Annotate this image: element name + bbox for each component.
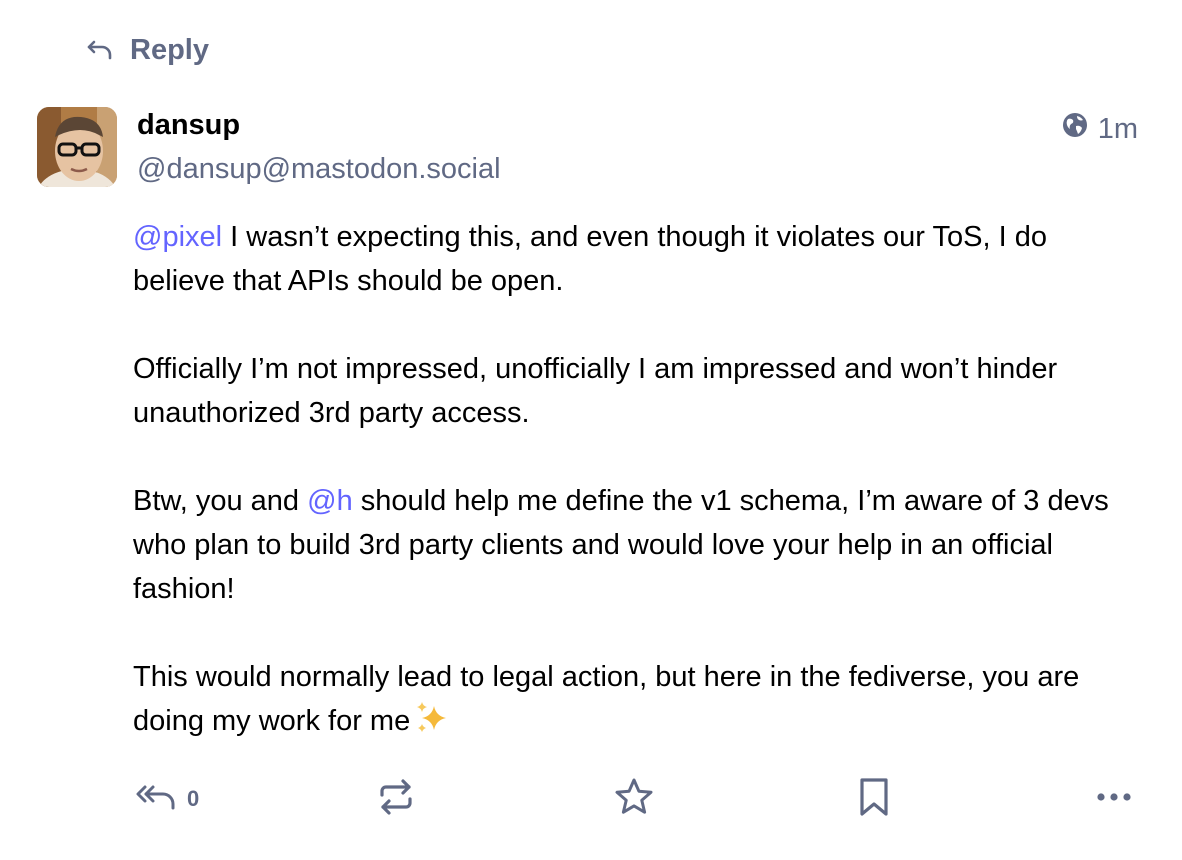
paragraph-text: This would normally lead to legal action… (133, 661, 1080, 737)
boost-button[interactable] (376, 772, 416, 826)
reply-header: Reply (86, 28, 209, 72)
bookmark-icon (857, 777, 891, 822)
favourite-button[interactable] (614, 772, 654, 826)
reply-header-label: Reply (130, 33, 209, 66)
status-paragraph: This would normally lead to legal action… (133, 655, 1143, 749)
reply-button[interactable]: 0 (135, 772, 199, 826)
reply-all-icon (135, 782, 179, 817)
paragraph-text: Officially I’m not impressed, unofficial… (133, 353, 1058, 429)
author-handle[interactable]: @dansup@mastodon.social (137, 150, 501, 188)
avatar[interactable] (37, 107, 117, 187)
status-action-bar: 0 (0, 772, 1182, 826)
reply-count: 0 (187, 786, 200, 811)
sparkles-icon (414, 700, 450, 749)
bookmark-button[interactable] (857, 772, 891, 826)
status-paragraph: @pixel I wasn’t expecting this, and even… (133, 215, 1143, 303)
star-icon (614, 777, 654, 822)
more-button[interactable] (1094, 772, 1134, 826)
boost-icon (376, 777, 416, 822)
mention-link[interactable]: @pixel (133, 221, 222, 253)
status-content: @pixel I wasn’t expecting this, and even… (133, 215, 1143, 793)
author-display-name[interactable]: dansup (137, 106, 240, 144)
status-meta: 1m (1062, 110, 1138, 148)
more-icon (1094, 787, 1134, 812)
status-paragraph: Officially I’m not impressed, unofficial… (133, 347, 1143, 435)
status-timestamp[interactable]: 1m (1098, 110, 1138, 148)
mention-link[interactable]: @h (307, 485, 353, 517)
globe-icon (1062, 110, 1088, 148)
status-paragraph: Btw, you and @h should help me define th… (133, 479, 1143, 611)
paragraph-text: I wasn’t expecting this, and even though… (133, 221, 1047, 297)
paragraph-text: Btw, you and (133, 485, 308, 517)
reply-arrow-icon (86, 38, 114, 62)
